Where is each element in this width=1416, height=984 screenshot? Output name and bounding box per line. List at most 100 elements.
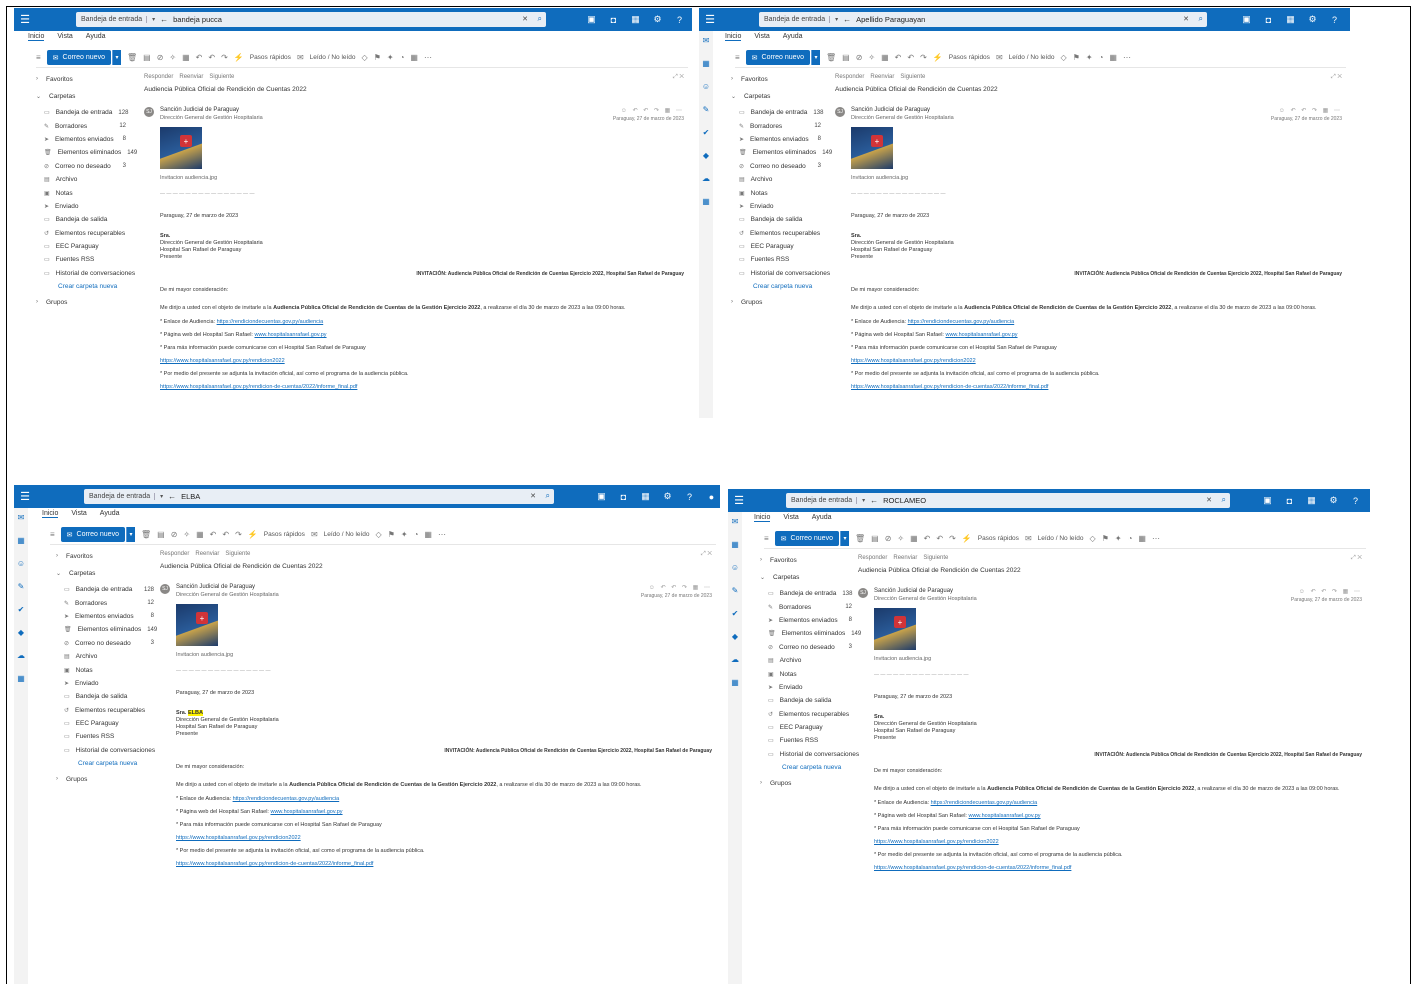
message-action-icons[interactable]: ☺ ↶ ↶ ↷ ▦ ⋯ (1279, 107, 1342, 114)
search-query[interactable]: ROCLAMEO (883, 496, 926, 505)
folder-item[interactable]: 🗑 Elementos eliminados 149 (56, 623, 158, 636)
quick-steps-icon[interactable]: ⚡ (933, 53, 943, 62)
folder-item[interactable]: ▣ Notas (760, 667, 856, 680)
folder-item[interactable]: ▭ Bandeja de entrada 138 (731, 106, 825, 119)
app-launcher-icon[interactable]: ☰ (14, 8, 36, 31)
folder-item[interactable]: ✎ Borradores 12 (36, 119, 130, 132)
tab-ayuda[interactable]: Ayuda (783, 33, 803, 41)
search-query[interactable]: bandeja pucca (173, 15, 222, 24)
back-arrow-icon[interactable]: ← (843, 15, 851, 24)
attachment-name[interactable]: Invitacion audiencia.jpg (851, 175, 1342, 181)
report-icon[interactable]: ⊘ (157, 53, 164, 62)
delete-icon[interactable]: 🗑 (826, 53, 836, 62)
tab-inicio[interactable]: Inicio (42, 510, 59, 518)
chevron-right-icon[interactable]: › (760, 780, 762, 787)
calendar-rail-icon[interactable]: ▦ (731, 541, 739, 549)
chevron-down-icon[interactable]: ⌄ (36, 93, 41, 100)
search-box[interactable]: Bandeja de entrada ▾ ← bandeja pucca ✕ ⌕ (76, 12, 546, 27)
quick-steps-icon[interactable]: ⚡ (248, 530, 258, 539)
word-icon[interactable]: ◆ (703, 152, 709, 160)
read-unread-button[interactable]: Leído / No leído (1009, 54, 1055, 61)
folder-item[interactable]: ▭ EEC Paraguay (56, 717, 158, 730)
folders-group[interactable]: ⌄ Carpetas (56, 570, 158, 577)
report-icon[interactable]: ⊘ (885, 534, 892, 543)
bullet2-link[interactable]: www.hospitalsanrafael.gov.py (270, 809, 342, 815)
teams-icon[interactable]: ◘ (1261, 12, 1276, 27)
folder-item[interactable]: ▭ Bandeja de entrada 138 (760, 587, 856, 600)
settings-icon[interactable]: ⚙ (660, 489, 675, 504)
read-unread-button[interactable]: Leído / No leído (1038, 535, 1084, 542)
tab-vista[interactable]: Vista (71, 510, 86, 518)
bullet1-link[interactable]: https://rendiciondecuentas.gov.py/audien… (217, 319, 324, 325)
link-3[interactable]: https://www.hospitalsanrafael.gov.py/ren… (874, 839, 1362, 845)
tab-inicio[interactable]: Inicio (28, 33, 45, 41)
quick-steps-icon[interactable]: ⚡ (234, 53, 244, 62)
flag-icon[interactable]: ⚑ (1073, 53, 1080, 62)
hamburger-icon[interactable]: ≡ (735, 53, 740, 62)
pin-icon[interactable]: ✦ (1115, 534, 1122, 543)
folder-item[interactable]: ▣ Notas (731, 186, 825, 199)
folder-item[interactable]: ⊘ Correo no deseado 3 (36, 160, 130, 173)
reply-icon[interactable]: ↶ (895, 53, 902, 62)
archive-icon[interactable]: ▤ (871, 534, 879, 543)
read-unread-icon[interactable]: ✉ (297, 53, 304, 62)
reading-action[interactable]: Responder (160, 551, 189, 557)
clear-search-icon[interactable]: ✕ (1183, 15, 1189, 23)
calendar-rail-icon[interactable]: ▦ (17, 537, 25, 545)
read-unread-icon[interactable]: ✉ (1025, 534, 1032, 543)
folder-item[interactable]: 🗑 Elementos eliminados 149 (760, 627, 861, 640)
create-folder-link[interactable]: Crear carpeta nueva (760, 761, 856, 774)
favorites-group[interactable]: › Favoritos (36, 76, 130, 83)
folder-item[interactable]: ▭ Bandeja de salida (36, 213, 130, 226)
attach-rail-icon[interactable]: ✎ (703, 106, 710, 114)
folder-item[interactable]: ▤ Archivo (731, 173, 825, 186)
favorites-group[interactable]: › Favoritos (731, 76, 825, 83)
forward-icon[interactable]: ↷ (949, 534, 956, 543)
folder-item[interactable]: ▭ EEC Paraguay (760, 721, 856, 734)
message-action-icons[interactable]: ☺ ↶ ↶ ↷ ▦ ⋯ (1299, 588, 1362, 595)
create-folder-link[interactable]: Crear carpeta nueva (731, 280, 825, 293)
folder-item[interactable]: ▭ Fuentes RSS (731, 253, 825, 266)
zoom-icons[interactable]: ⤢ ✕ (701, 551, 712, 558)
link-3[interactable]: https://www.hospitalsanrafael.gov.py/ren… (851, 358, 1342, 364)
pin-icon[interactable]: ✦ (1086, 53, 1093, 62)
quick-steps-button[interactable]: Pasos rápidos (949, 54, 990, 61)
settings-icon[interactable]: ⚙ (650, 12, 665, 27)
link-3[interactable]: https://www.hospitalsanrafael.gov.py/ren… (176, 835, 712, 841)
groups-group[interactable]: › Grupos (56, 776, 158, 783)
pin-icon[interactable]: ✦ (387, 53, 394, 62)
chevron-right-icon[interactable]: › (36, 299, 38, 306)
invitation-image[interactable]: + (160, 127, 202, 169)
snooze-icon[interactable]: ◔ (400, 53, 405, 62)
sweep-icon[interactable]: ✧ (897, 534, 904, 543)
hamburger-icon[interactable]: ≡ (36, 53, 41, 62)
clear-search-icon[interactable]: ✕ (1206, 496, 1212, 504)
zoom-icons[interactable]: ⤢ ✕ (1351, 555, 1362, 562)
clear-search-icon[interactable]: ✕ (530, 492, 536, 500)
folder-item[interactable]: ▭ Bandeja de salida (731, 213, 825, 226)
favorites-group[interactable]: › Favoritos (760, 557, 856, 564)
onedrive-icon[interactable]: ☁ (731, 656, 739, 664)
search-scope-dropdown[interactable]: Bandeja de entrada (89, 493, 156, 500)
back-arrow-icon[interactable]: ← (160, 15, 168, 24)
search-icon[interactable]: ⌕ (538, 14, 542, 24)
pin-icon[interactable]: ✦ (401, 530, 408, 539)
create-folder-link[interactable]: Crear carpeta nueva (36, 280, 130, 293)
more-icon[interactable]: ⋯ (1152, 534, 1160, 543)
folders-group[interactable]: ⌄ Carpetas (760, 574, 856, 581)
sweep-icon[interactable]: ✧ (183, 530, 190, 539)
word-icon[interactable]: ◆ (732, 633, 738, 641)
hamburger-icon[interactable]: ≡ (50, 530, 55, 539)
meet-now-icon[interactable]: ▣ (1239, 12, 1254, 27)
tab-vista[interactable]: Vista (754, 33, 769, 41)
hamburger-icon[interactable]: ≡ (764, 534, 769, 543)
tab-inicio[interactable]: Inicio (725, 33, 742, 41)
folder-item[interactable]: ⊘ Correo no deseado 3 (56, 637, 158, 650)
search-query[interactable]: ELBA (181, 492, 200, 501)
quick-steps-button[interactable]: Pasos rápidos (978, 535, 1019, 542)
folder-item[interactable]: ➤ Enviado (36, 200, 130, 213)
reply-all-icon[interactable]: ↶ (222, 530, 229, 539)
new-mail-dropdown[interactable]: ▾ (125, 527, 135, 542)
new-mail-button[interactable]: ✉ Correo nuevo (745, 50, 810, 65)
reading-action[interactable]: Siguiente (900, 74, 925, 80)
